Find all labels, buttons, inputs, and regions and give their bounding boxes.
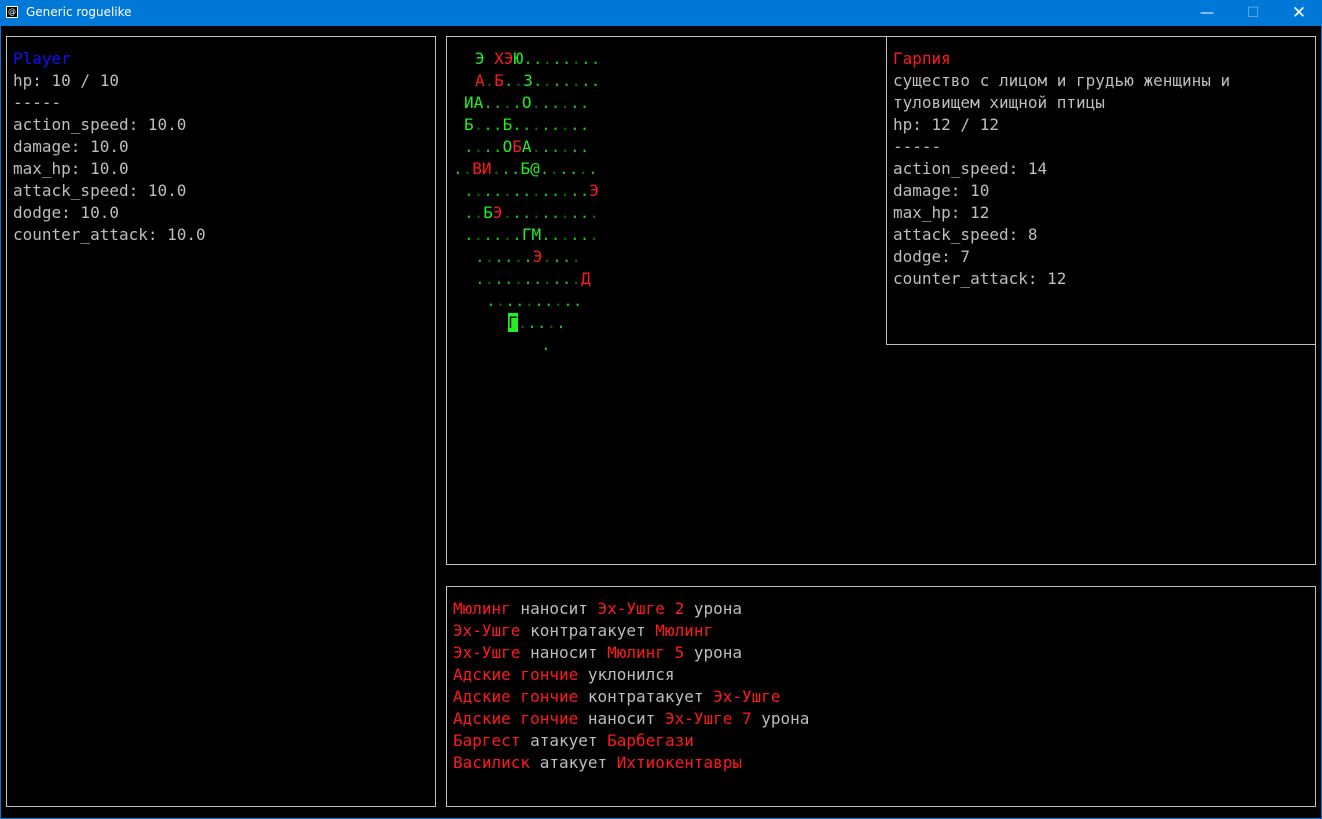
- log-entry: Эх-Ушге контратакует Мюлинг: [453, 620, 809, 642]
- log-b: Ихтиокентавры: [616, 753, 742, 772]
- close-button[interactable]: ✕: [1276, 0, 1322, 26]
- log-entry: Адские гончие контратакует Эх-Ушге: [453, 686, 809, 708]
- combat-log: Мюлинг наносит Эх-Ушге 2 урона Эх-Ушге ко…: [453, 598, 809, 774]
- log-b: Эх-Ушге: [713, 687, 781, 706]
- title-bar: @ Generic roguelike — ☐ ✕: [0, 0, 1322, 26]
- map-row: ...........Д: [475, 269, 591, 288]
- map-row: Г.....: [508, 313, 566, 332]
- player-stat-attack-speed: attack_speed: 10.0: [13, 181, 187, 200]
- log-verb: контратакует: [520, 621, 656, 640]
- log-verb: уклонился: [578, 665, 675, 684]
- map-row: ..БЭ..........: [464, 203, 599, 222]
- player-stat-dodge: dodge: 10.0: [13, 203, 119, 222]
- log-tail: урона: [751, 709, 810, 728]
- console-app-icon: @: [6, 6, 18, 18]
- log-entry: Мюлинг наносит Эх-Ушге 2 урона: [453, 598, 809, 620]
- log-tail: урона: [684, 599, 742, 618]
- map-row: Б...Б........: [464, 115, 590, 134]
- log-entry: Василиск атакует Ихтиокентавры: [453, 752, 809, 774]
- selected-creature-cursor[interactable]: Г: [508, 313, 518, 332]
- map-row: ....ОБА......: [464, 137, 590, 156]
- map-row: ......ГМ......: [464, 225, 599, 244]
- map-row: Э XЭЮ........: [475, 49, 601, 68]
- log-entry: Адские гончие наносит Эх-Ушге 7 урона: [453, 708, 809, 730]
- target-stat-max-hp: max_hp: 12: [893, 203, 990, 222]
- player-stat-max-hp: max_hp: 10.0: [13, 159, 129, 178]
- log-verb: атакует: [530, 753, 617, 772]
- map-row: ..........: [486, 291, 583, 310]
- target-stat-dodge: dodge: 7: [893, 247, 971, 266]
- log-a: Эх-Ушге: [453, 621, 521, 640]
- minimize-button[interactable]: —: [1184, 0, 1230, 26]
- player-stat-action-speed: action_speed: 10.0: [13, 115, 187, 134]
- target-info-panel: Гарпия существо с лицом и грудью женщины…: [886, 36, 1316, 345]
- log-verb: наносит: [520, 643, 608, 662]
- player-separator: -----: [13, 93, 62, 112]
- log-a: Мюлинг: [453, 599, 511, 618]
- log-a: Эх-Ушге: [453, 643, 521, 662]
- target-stat-damage: damage: 10: [893, 181, 990, 200]
- target-hp: hp: 12 / 12: [893, 115, 999, 134]
- player-stats-panel: Player hp: 10 / 10 ----- action_speed: 1…: [6, 36, 436, 807]
- log-a: Василиск: [453, 753, 531, 772]
- log-tail: урона: [684, 643, 742, 662]
- log-b: Эх-Ушге 7: [664, 709, 752, 728]
- map-row: .............Э: [464, 181, 599, 200]
- log-b: Мюлинг 5: [607, 643, 685, 662]
- log-entry: Эх-Ушге наносит Мюлинг 5 урона: [453, 642, 809, 664]
- log-verb: контратакует: [578, 687, 714, 706]
- log-entry: Баргест атакует Барбегази: [453, 730, 809, 752]
- game-client-area: Player hp: 10 / 10 ----- action_speed: 1…: [1, 26, 1321, 818]
- log-verb: наносит: [578, 709, 665, 728]
- target-description-line-2: туловищем хищной птицы: [893, 93, 1105, 112]
- combat-log-panel: Мюлинг наносит Эх-Ушге 2 урона Эх-Ушге ко…: [446, 586, 1316, 807]
- map-row: ..ВИ...Б@......: [453, 159, 598, 178]
- map-row: А.Б..З.......: [475, 71, 601, 90]
- player-stat-counter-attack: counter_attack: 10.0: [13, 225, 206, 244]
- target-description-line-1: существо с лицом и грудью женщины и: [893, 71, 1231, 90]
- window-title: Generic roguelike: [26, 5, 132, 19]
- log-b: Барбегази: [607, 731, 694, 750]
- player-stat-damage: damage: 10.0: [13, 137, 129, 156]
- maximize-button[interactable]: ☐: [1230, 0, 1276, 26]
- player-name: Player: [13, 49, 71, 68]
- log-entry: Адские гончие уклонился: [453, 664, 809, 686]
- target-stat-counter-attack: counter_attack: 12: [893, 269, 1067, 288]
- player-hp: hp: 10 / 10: [13, 71, 119, 90]
- target-stat-attack-speed: attack_speed: 8: [893, 225, 1038, 244]
- log-b: Эх-Ушге 2: [597, 599, 685, 618]
- log-b: Мюлинг: [655, 621, 714, 640]
- target-separator: -----: [893, 137, 942, 156]
- log-a: Адские гончие: [453, 687, 579, 706]
- map-row: .: [541, 335, 551, 354]
- target-name: Гарпия: [893, 49, 951, 68]
- map-row: ......Э....: [475, 247, 582, 266]
- log-a: Адские гончие: [453, 709, 579, 728]
- map-row: ИА....О......: [464, 93, 590, 112]
- log-verb: наносит: [510, 599, 598, 618]
- log-a: Баргест: [453, 731, 521, 750]
- log-verb: атакует: [520, 731, 608, 750]
- target-stat-action-speed: action_speed: 14: [893, 159, 1048, 178]
- log-a: Адские гончие: [453, 665, 579, 684]
